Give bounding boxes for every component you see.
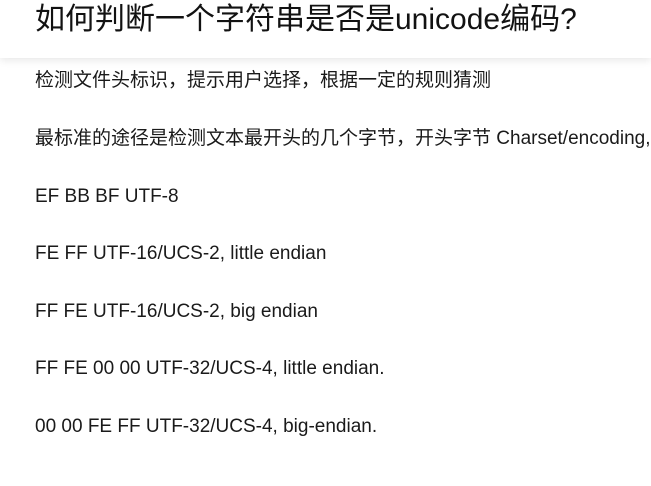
- question-header: 如何判断一个字符串是否是unicode编码?: [0, 0, 651, 58]
- bom-row-utf32-be: 00 00 FE FF UTF-32/UCS-4, big-endian.: [35, 416, 378, 437]
- bom-row-utf16-be: FF FE UTF-16/UCS-2, big endian: [35, 301, 318, 322]
- answer-paragraph: 检测文件头标识，提示用户选择，根据一定的规则猜测: [35, 70, 492, 91]
- answer-paragraph: 最标准的途径是检测文本最开头的几个字节，开头字节 Charset/encodin…: [35, 128, 651, 149]
- bom-row-utf16-le: FE FF UTF-16/UCS-2, little endian: [35, 243, 327, 264]
- page: 如何判断一个字符串是否是unicode编码? 检测文件头标识，提示用户选择，根据…: [0, 0, 651, 486]
- bom-row-utf8: EF BB BF UTF-8: [35, 186, 179, 207]
- bom-row-utf32-le: FF FE 00 00 UTF-32/UCS-4, little endian.: [35, 358, 385, 379]
- question-title[interactable]: 如何判断一个字符串是否是unicode编码?: [35, 2, 577, 38]
